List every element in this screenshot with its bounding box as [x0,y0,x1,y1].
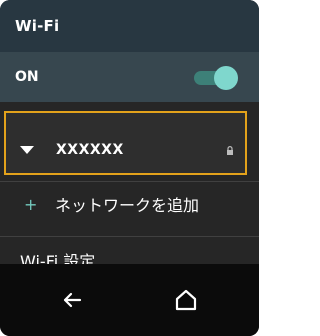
wifi-toggle-switch[interactable] [192,66,238,90]
device-screen: Wi-Fi ON XXXXXX + ネットワークを追加 Wi-Fi 設定 [0,0,259,336]
wifi-settings-item[interactable]: Wi-Fi 設定 [0,240,259,264]
add-network-button[interactable]: ネットワークを追加 [55,196,199,216]
back-arrow-icon[interactable] [61,289,83,311]
toggle-thumb [214,66,238,90]
lock-icon [227,146,233,155]
divider [0,181,259,182]
divider [0,236,259,237]
home-icon[interactable] [173,287,199,313]
wifi-toggle-label: ON [15,69,39,85]
page-title: Wi-Fi [15,17,60,35]
app-header: Wi-Fi [0,0,259,52]
network-name: XXXXXX [56,142,124,158]
wifi-signal-icon [20,146,34,154]
network-item[interactable] [4,111,247,175]
wifi-settings-label: Wi-Fi 設定 [20,252,96,264]
navigation-bar [0,264,259,336]
plus-icon: + [24,195,38,214]
